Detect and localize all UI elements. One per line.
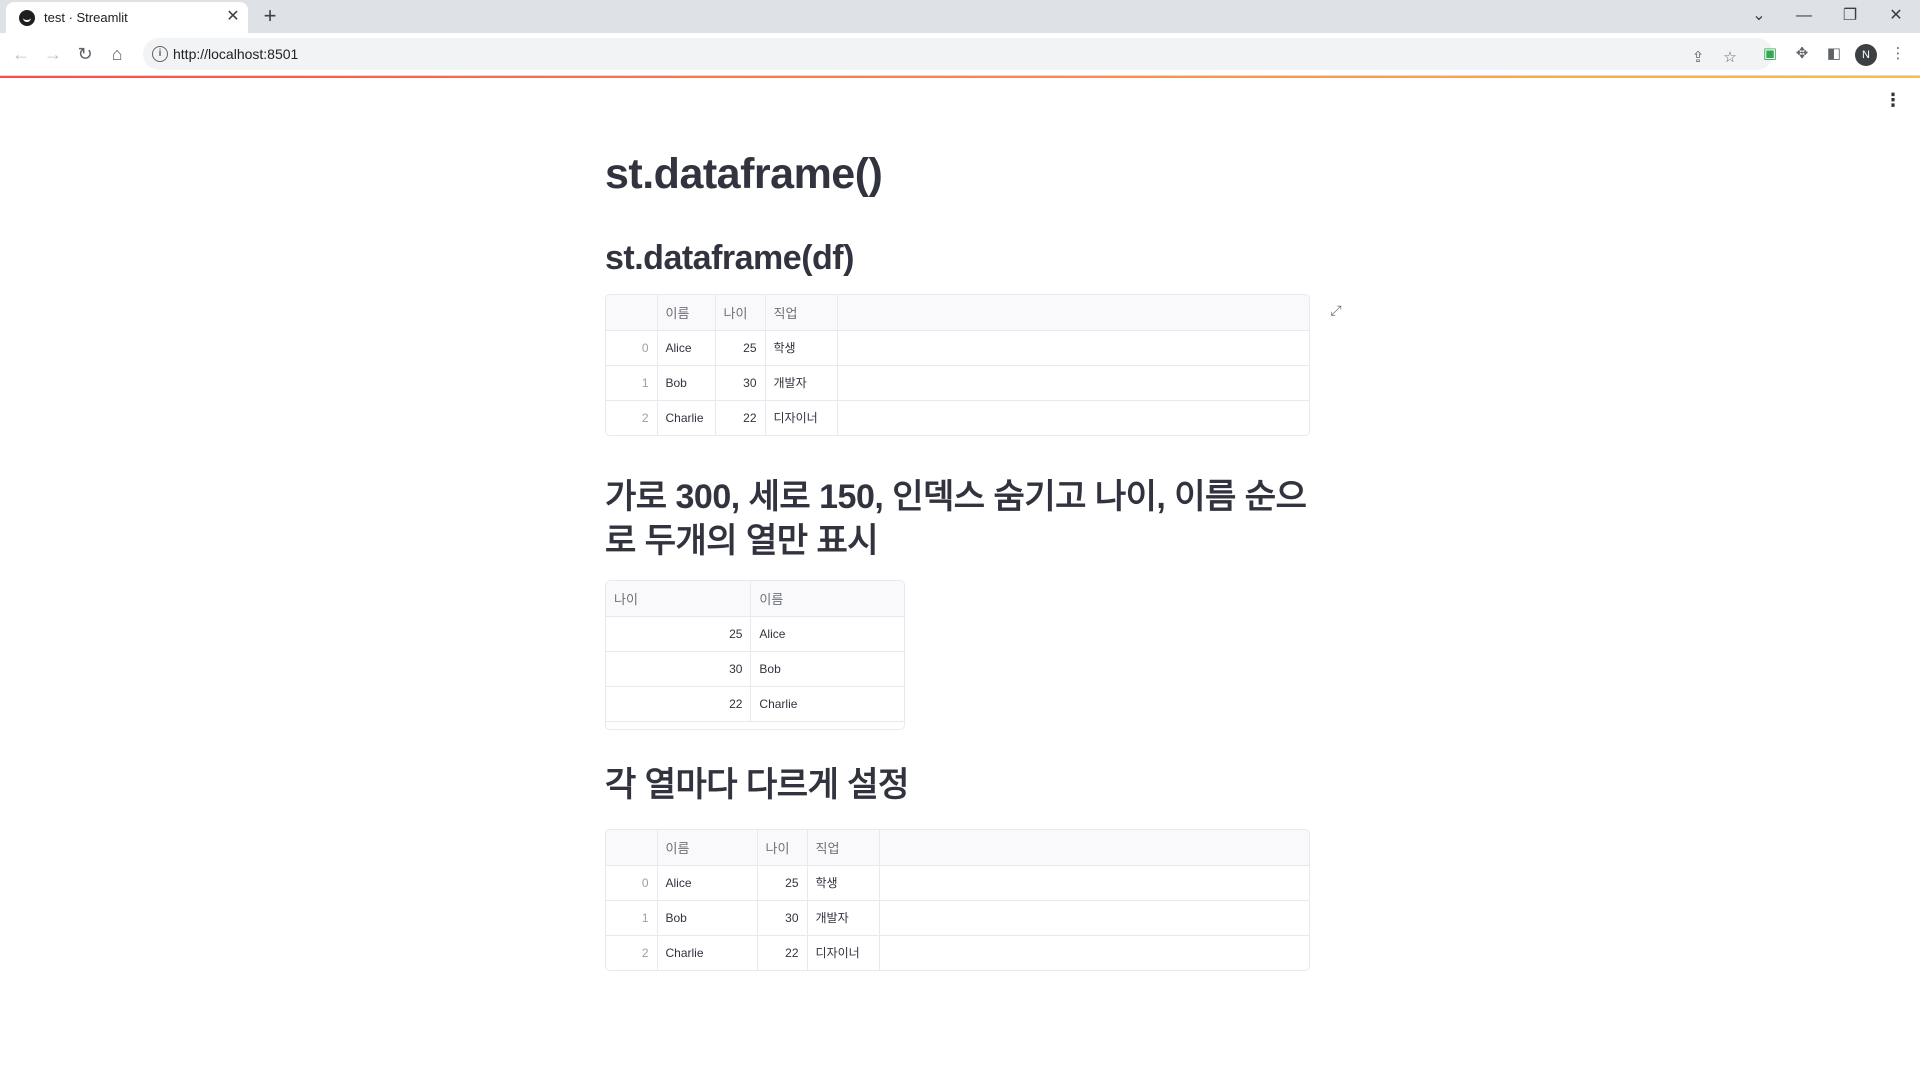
row-filler — [837, 330, 1309, 366]
cell-age[interactable]: 25 — [715, 330, 766, 366]
section-heading-3: 각 열마다 다르게 설정 — [605, 766, 909, 804]
browser-menu-icon[interactable]: ⋮ — [1886, 42, 1910, 66]
table-row: 22 Charlie — [606, 686, 904, 722]
section-heading-1: st.dataframe(df) — [605, 239, 854, 277]
row-filler — [837, 365, 1309, 401]
cell-job[interactable]: 개발자 — [765, 365, 838, 401]
window-close-icon[interactable]: ✕ — [1884, 4, 1908, 28]
extensions-puzzle-icon[interactable]: ✥ — [1790, 42, 1814, 66]
reload-icon[interactable]: ↻ — [73, 42, 97, 66]
table-row: 25 Alice — [606, 616, 904, 652]
header-filler — [879, 830, 1309, 866]
cell-age[interactable]: 22 — [606, 686, 752, 722]
restore-icon[interactable]: ❐ — [1838, 4, 1862, 28]
cell-age[interactable]: 30 — [606, 651, 752, 687]
column-header-name[interactable]: 이름 — [657, 295, 716, 331]
forward-icon[interactable]: → — [41, 42, 65, 66]
cell-name[interactable]: Bob — [657, 900, 758, 936]
column-header-job[interactable]: 직업 — [807, 830, 880, 866]
row-index[interactable]: 2 — [606, 935, 658, 970]
cell-age[interactable]: 22 — [715, 400, 766, 435]
column-header-name[interactable]: 이름 — [750, 581, 904, 617]
cell-age[interactable]: 30 — [715, 365, 766, 401]
cell-age[interactable]: 25 — [606, 616, 752, 652]
row-index[interactable]: 1 — [606, 900, 658, 936]
column-header-index[interactable] — [606, 830, 658, 866]
address-bar[interactable]: i http://localhost:8501 ⇪ ☆ — [143, 38, 1773, 70]
row-filler — [879, 900, 1309, 936]
cell-job[interactable]: 디자이너 — [765, 400, 838, 435]
section-heading-2: 가로 300, 세로 150, 인덱스 숨기고 나이, 이름 순으로 두개의 열… — [605, 478, 1307, 560]
row-index[interactable]: 0 — [606, 330, 658, 366]
extension-icon[interactable]: ▣ — [1758, 42, 1782, 66]
cell-job[interactable]: 학생 — [807, 865, 880, 901]
dataframe-2[interactable]: 나이 이름 25 Alice 30 Bob 22 Charlie — [605, 580, 905, 730]
row-filler — [879, 935, 1309, 970]
cell-name[interactable]: Bob — [750, 651, 904, 687]
cell-name[interactable]: Alice — [657, 865, 758, 901]
row-filler — [837, 400, 1309, 435]
column-header-age[interactable]: 나이 — [606, 581, 752, 617]
column-header-age[interactable]: 나이 — [715, 295, 766, 331]
bookmark-star-icon[interactable]: ☆ — [1719, 47, 1741, 69]
url-text[interactable]: http://localhost:8501 — [173, 46, 298, 62]
minimize-icon[interactable]: — — [1792, 4, 1816, 28]
dataframe-1[interactable]: 이름 나이 직업 0 Alice 25 학생 1 Bob 30 개발자 2 Ch… — [605, 294, 1310, 436]
cell-age[interactable]: 25 — [757, 865, 808, 901]
page-title: st.dataframe() — [605, 150, 883, 198]
cell-name[interactable]: Alice — [657, 330, 716, 366]
column-header-job[interactable]: 직업 — [765, 295, 838, 331]
cell-name[interactable]: Charlie — [750, 686, 904, 722]
cell-job[interactable]: 학생 — [765, 330, 838, 366]
row-index[interactable]: 2 — [606, 400, 658, 435]
column-header-name[interactable]: 이름 — [657, 830, 758, 866]
back-icon[interactable]: ← — [9, 42, 33, 66]
browser-toolbar: ← → ↻ ⌂ i http://localhost:8501 ⇪ ☆ ▣ ✥ … — [0, 33, 1920, 76]
cell-name[interactable]: Charlie — [657, 935, 758, 970]
row-filler — [879, 865, 1309, 901]
browser-tab-bar: test · Streamlit ✕ + ⌄ — ❐ ✕ — [0, 0, 1920, 33]
header-filler — [837, 295, 1309, 331]
tab-close-icon[interactable]: ✕ — [224, 8, 242, 26]
streamlit-header-decoration — [0, 76, 1920, 78]
table-row: 1 Bob 30 개발자 — [606, 365, 1309, 401]
table-header-row: 이름 나이 직업 — [606, 830, 1309, 866]
main-menu-icon[interactable]: ⋮ — [1884, 91, 1902, 109]
row-index[interactable]: 0 — [606, 865, 658, 901]
home-icon[interactable]: ⌂ — [105, 42, 129, 66]
share-icon[interactable]: ⇪ — [1687, 47, 1709, 69]
side-panel-icon[interactable]: ◧ — [1822, 42, 1846, 66]
table-row: 2 Charlie 22 디자이너 — [606, 935, 1309, 970]
browser-tab[interactable]: test · Streamlit ✕ — [6, 2, 248, 33]
tab-title: test · Streamlit — [44, 10, 128, 25]
table-row: 30 Bob — [606, 651, 904, 687]
cell-age[interactable]: 22 — [757, 935, 808, 970]
streamlit-favicon-icon — [19, 10, 35, 26]
table-row: 2 Charlie 22 디자이너 — [606, 400, 1309, 435]
cell-job[interactable]: 개발자 — [807, 900, 880, 936]
site-info-icon[interactable]: i — [152, 46, 168, 62]
column-header-index[interactable] — [606, 295, 658, 331]
cell-name[interactable]: Bob — [657, 365, 716, 401]
cell-name[interactable]: Alice — [750, 616, 904, 652]
cell-name[interactable]: Charlie — [657, 400, 716, 435]
fullscreen-expand-icon[interactable]: ⤢ — [1327, 301, 1345, 319]
dataframe-3[interactable]: 이름 나이 직업 0 Alice 25 학생 1 Bob 30 개발자 2 Ch… — [605, 829, 1310, 971]
table-header-row: 나이 이름 — [606, 581, 904, 617]
table-row: 1 Bob 30 개발자 — [606, 900, 1309, 936]
tab-search-icon[interactable]: ⌄ — [1747, 4, 1771, 28]
table-row: 0 Alice 25 학생 — [606, 865, 1309, 901]
row-index[interactable]: 1 — [606, 365, 658, 401]
table-row: 0 Alice 25 학생 — [606, 330, 1309, 366]
column-header-age[interactable]: 나이 — [757, 830, 808, 866]
profile-avatar[interactable]: N — [1855, 44, 1877, 66]
table-header-row: 이름 나이 직업 — [606, 295, 1309, 331]
new-tab-button[interactable]: + — [258, 4, 282, 28]
cell-age[interactable]: 30 — [757, 900, 808, 936]
cell-job[interactable]: 디자이너 — [807, 935, 880, 970]
